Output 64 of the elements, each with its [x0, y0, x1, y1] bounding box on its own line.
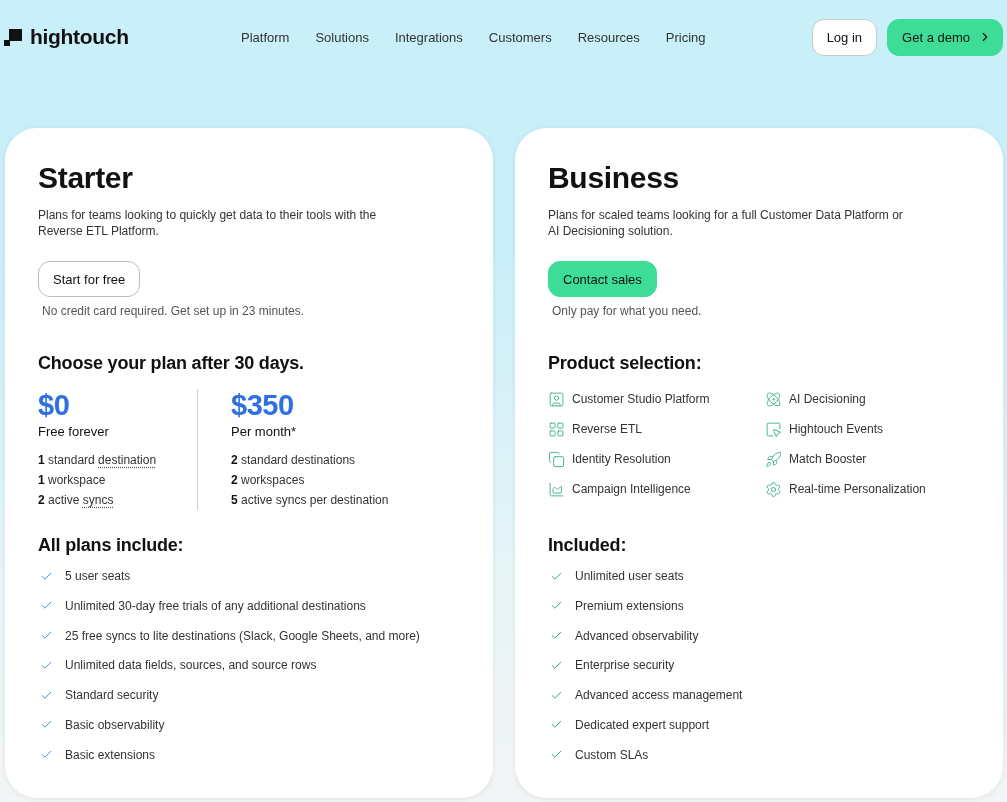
area-chart-icon — [548, 480, 565, 498]
plan-note: No credit card required. Get set up in 23 minutes. — [42, 303, 306, 319]
plan-limit: 1 standard destination — [38, 452, 157, 469]
plan-limit: 5 active syncs per destination — [231, 492, 389, 509]
product-name: Match Booster — [789, 452, 867, 466]
price: $0 — [38, 389, 70, 421]
cursor-square-icon — [765, 420, 782, 438]
gear-icon — [765, 480, 782, 498]
price: $350 — [231, 389, 294, 421]
product-name: Customer Studio Platform — [572, 392, 710, 406]
plan-limit: 2 active syncs — [38, 492, 114, 509]
nav-link[interactable]: Pricing — [665, 29, 706, 45]
nav-link[interactable]: Solutions — [315, 29, 369, 45]
product-name: Reverse ETL — [572, 422, 643, 436]
grid-icon — [548, 420, 565, 438]
section-heading: Product selection: — [548, 352, 703, 375]
plan-limit: 2 workspaces — [231, 472, 305, 489]
product-name: Hightouch Events — [789, 422, 884, 436]
rocket-icon — [765, 450, 782, 468]
feature-text: Dedicated expert support — [575, 718, 710, 732]
person-square-icon — [548, 390, 565, 408]
login-button[interactable]: Log in — [811, 18, 878, 56]
start-free-button[interactable]: Start for free — [38, 261, 141, 297]
nav-link[interactable]: Customers — [488, 29, 552, 45]
feature-text: Unlimited data fields, sources, and source rows — [65, 658, 317, 673]
feature-text: Standard security — [65, 688, 159, 703]
feature-text: Advanced observability — [575, 628, 699, 643]
atom-icon — [765, 390, 782, 408]
nav-link[interactable]: Resources — [577, 29, 640, 45]
demo-button[interactable]: Get a demo — [887, 18, 1003, 56]
feature-text: Basic observability — [65, 718, 165, 732]
plan-limit: 2 standard destinations — [231, 452, 356, 469]
logo-icon — [4, 28, 22, 46]
product-name: AI Decisioning — [789, 392, 866, 406]
plan-title: Business — [548, 160, 680, 196]
tooltip-term[interactable]: destination — [98, 453, 157, 467]
price-period: Free forever — [38, 423, 109, 441]
section-heading: Included: — [548, 534, 628, 557]
overlapping-squares-icon — [548, 450, 565, 468]
contact-sales-button[interactable]: Contact sales — [548, 261, 657, 297]
feature-text: Unlimited 30-day free trials of any additional destinations — [65, 598, 366, 613]
price-period: Per month* — [231, 423, 297, 441]
feature-text: 25 free syncs to lite destinations (Slack, Google Sheets, and more) — [65, 628, 420, 643]
nav-link[interactable]: Platform — [241, 29, 290, 45]
feature-text: Custom SLAs — [575, 747, 649, 762]
plan-title: Starter — [38, 160, 134, 196]
product-name: Campaign Intelligence — [572, 482, 691, 496]
plan-limit: 1 workspace — [38, 472, 106, 489]
plan-description: Plans for teams looking to quickly get data to their tools with the Reverse ETL Platform. — [38, 207, 378, 239]
plan-description: Plans for scaled teams looking for a full Customer Data Platform or AI Decisioning solution. — [548, 207, 904, 239]
feature-text: Enterprise security — [575, 658, 675, 673]
nav-link[interactable]: Integrations — [394, 29, 463, 45]
plan-note: Only pay for what you need. — [552, 303, 703, 319]
feature-text: 5 user seats — [65, 569, 131, 583]
tooltip-term[interactable]: syncs — [82, 493, 114, 507]
brand-name: hightouch — [30, 25, 129, 49]
section-heading: All plans include: — [38, 534, 185, 557]
product-name: Real-time Personalization — [789, 482, 926, 496]
feature-text: Unlimited user seats — [575, 569, 684, 583]
feature-text: Advanced access management — [575, 688, 743, 703]
feature-text: Premium extensions — [575, 598, 684, 613]
section-heading: Choose your plan after 30 days. — [38, 352, 305, 375]
product-name: Identity Resolution — [572, 452, 671, 466]
feature-text: Basic extensions — [65, 747, 156, 762]
